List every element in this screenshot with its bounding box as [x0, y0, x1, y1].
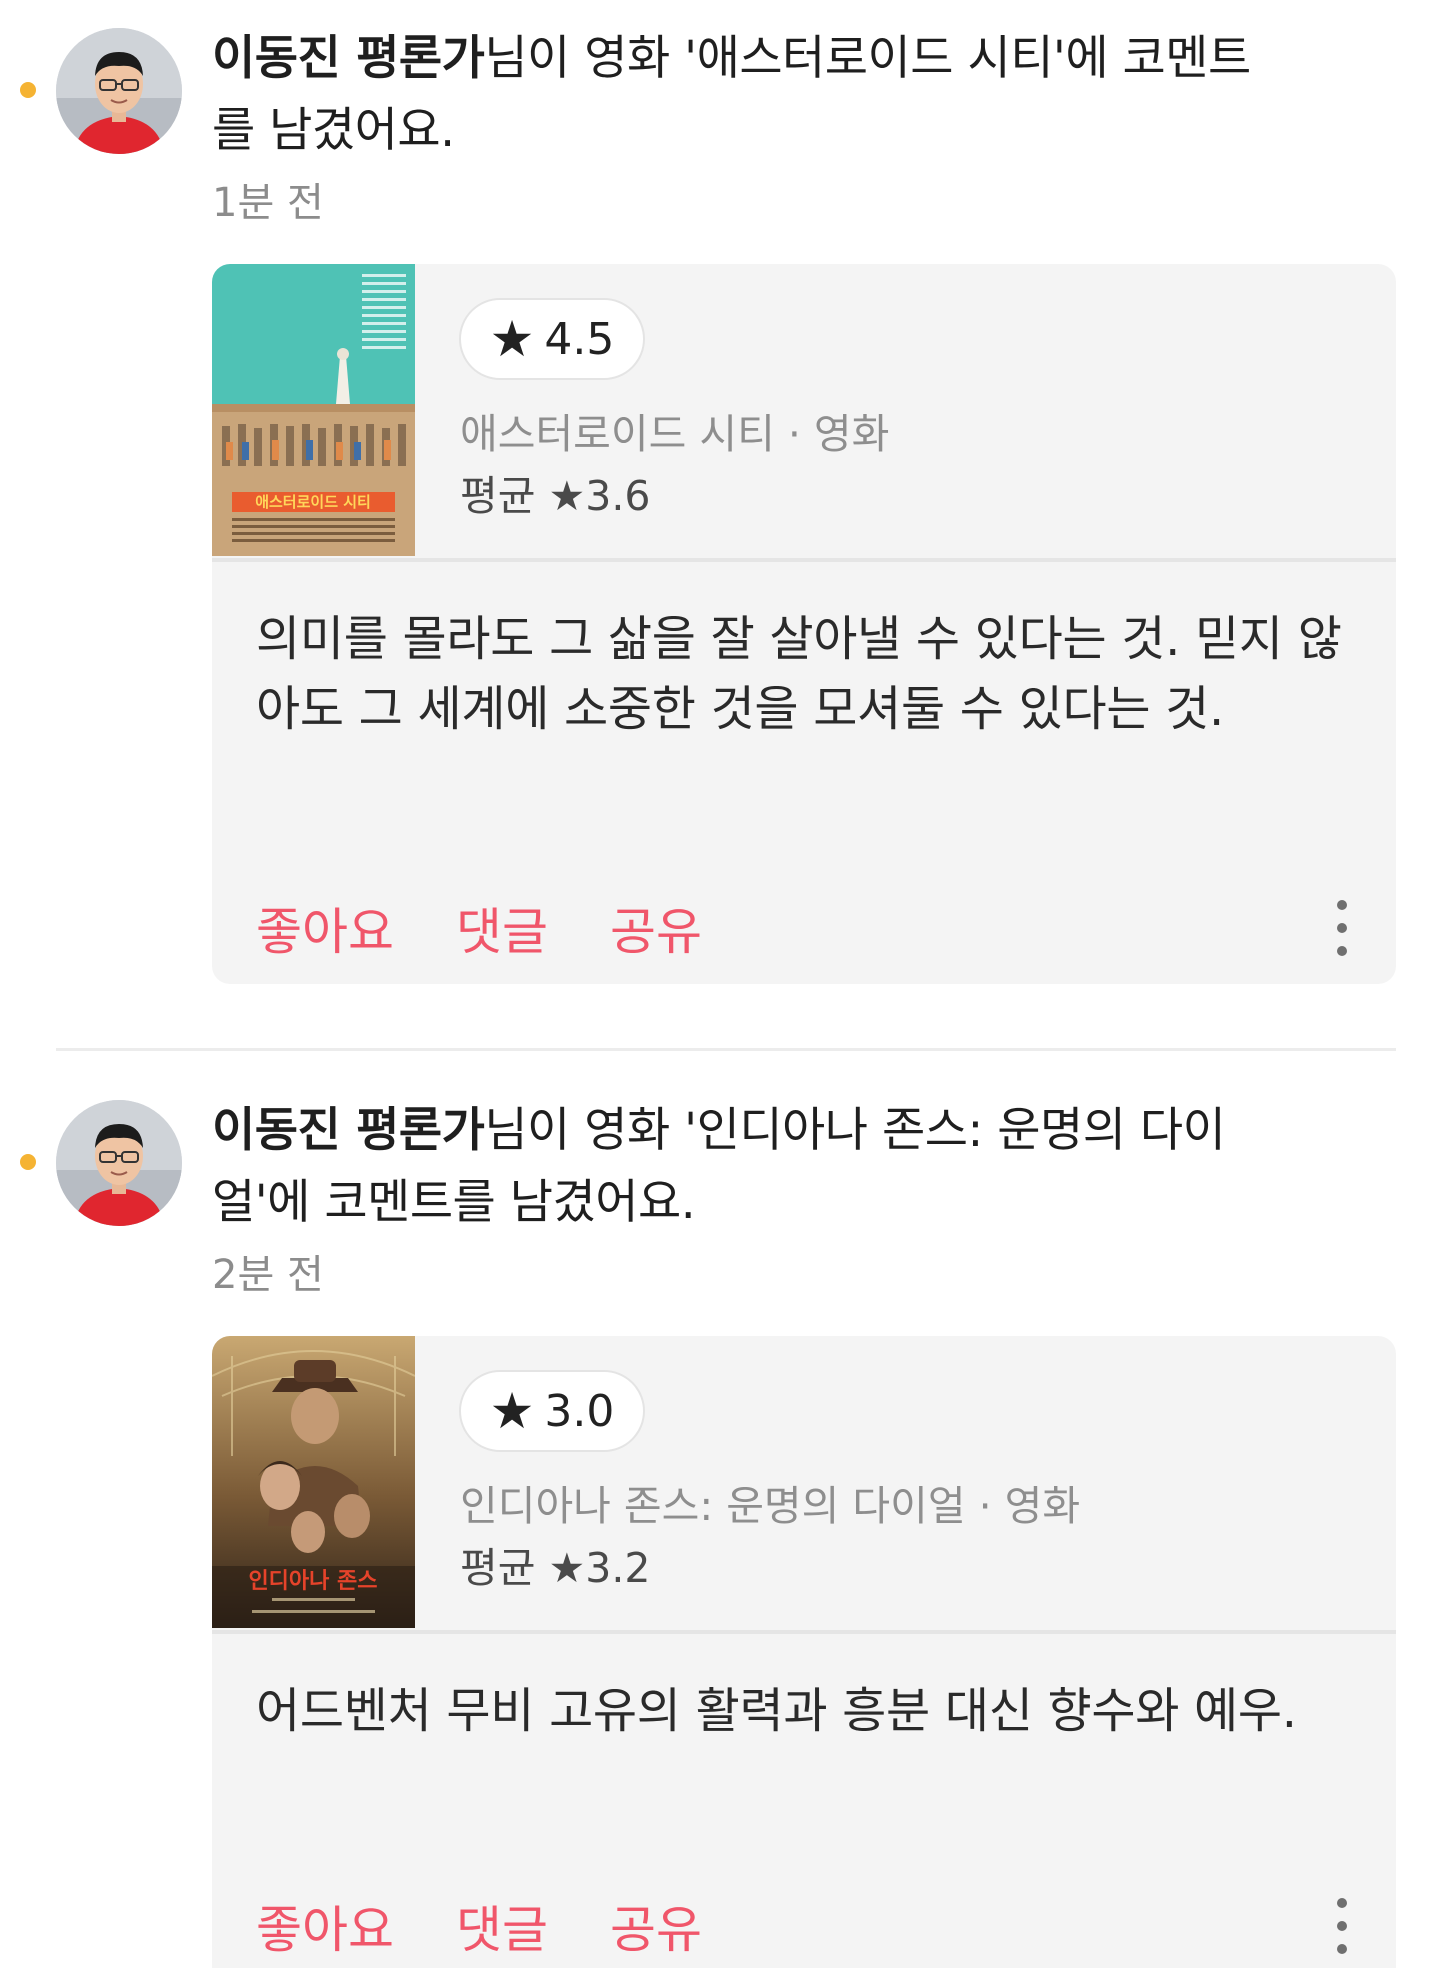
average-rating: 평균 ★3.2 [460, 1544, 651, 1592]
activity-headline[interactable]: 이동진 평론가님이 영화 '애스터로이드 시티'에 코멘트를 남겼어요. [212, 23, 1252, 167]
share-button[interactable]: 공유 [610, 892, 702, 964]
comment-button[interactable]: 댓글 [456, 1890, 548, 1962]
rating-value: 3.0 [544, 1385, 615, 1437]
poster-title: 애스터로이드 시티 [255, 493, 371, 511]
movie-title-type: 인디아나 존스: 운명의 다이얼 · 영화 [460, 1482, 1081, 1530]
timestamp: 1분 전 [212, 180, 324, 226]
star-icon: ★ [489, 1382, 535, 1440]
comment-text[interactable]: 의미를 몰라도 그 삶을 잘 살아낼 수 있다는 것. 믿지 않아도 그 세계에… [212, 562, 1396, 868]
activity-feed: 이동진 평론가님이 영화 '애스터로이드 시티'에 코멘트를 남겼어요. 1분 … [0, 0, 1440, 1968]
average-rating: 평균 ★3.6 [460, 472, 651, 520]
share-button[interactable]: 공유 [610, 1890, 702, 1962]
movie-info[interactable]: 애스터로이드 시티 ★ 4.5 애스터로이드 시티 · 영화 평균 ★3.6 [212, 264, 1396, 558]
author-name[interactable]: 이동진 평론가 [212, 1103, 485, 1158]
entry-divider [56, 1048, 1396, 1051]
star-icon: ★ [489, 310, 535, 368]
action-bar: 좋아요 댓글 공유 [212, 868, 1396, 984]
unread-indicator [20, 82, 36, 98]
avatar[interactable] [56, 28, 182, 154]
avatar[interactable] [56, 1100, 182, 1226]
poster-title: 인디아나 존스 [248, 1569, 377, 1594]
movie-title-type: 애스터로이드 시티 · 영화 [460, 410, 890, 458]
author-name[interactable]: 이동진 평론가 [212, 31, 485, 86]
timestamp: 2분 전 [212, 1252, 324, 1298]
movie-info[interactable]: 인디아나 존스 ★ 3.0 인디아나 존스: 운명의 다이얼 · 영화 평균 ★… [212, 1336, 1396, 1630]
rating-value: 4.5 [544, 313, 615, 365]
comment-card[interactable]: 인디아나 존스 ★ 3.0 인디아나 존스: 운명의 다이얼 · 영화 평균 ★… [212, 1336, 1396, 1968]
movie-poster[interactable]: 인디아나 존스 [212, 1336, 415, 1628]
more-options-icon[interactable] [1332, 1898, 1352, 1954]
comment-button[interactable]: 댓글 [456, 892, 548, 964]
rating-badge: ★ 3.0 [459, 1370, 645, 1452]
rating-badge: ★ 4.5 [459, 298, 645, 380]
like-button[interactable]: 좋아요 [256, 892, 394, 964]
comment-text[interactable]: 어드벤처 무비 고유의 활력과 흥분 대신 향수와 예우. [212, 1634, 1396, 1866]
activity-headline[interactable]: 이동진 평론가님이 영화 '인디아나 존스: 운명의 다이얼'에 코멘트를 남겼… [212, 1095, 1252, 1239]
unread-indicator [20, 1154, 36, 1170]
more-options-icon[interactable] [1332, 900, 1352, 956]
movie-poster[interactable]: 애스터로이드 시티 [212, 264, 415, 556]
like-button[interactable]: 좋아요 [256, 1890, 394, 1962]
comment-card[interactable]: 애스터로이드 시티 ★ 4.5 애스터로이드 시티 · 영화 평균 ★3.6 의… [212, 264, 1396, 984]
action-bar: 좋아요 댓글 공유 [212, 1866, 1396, 1968]
